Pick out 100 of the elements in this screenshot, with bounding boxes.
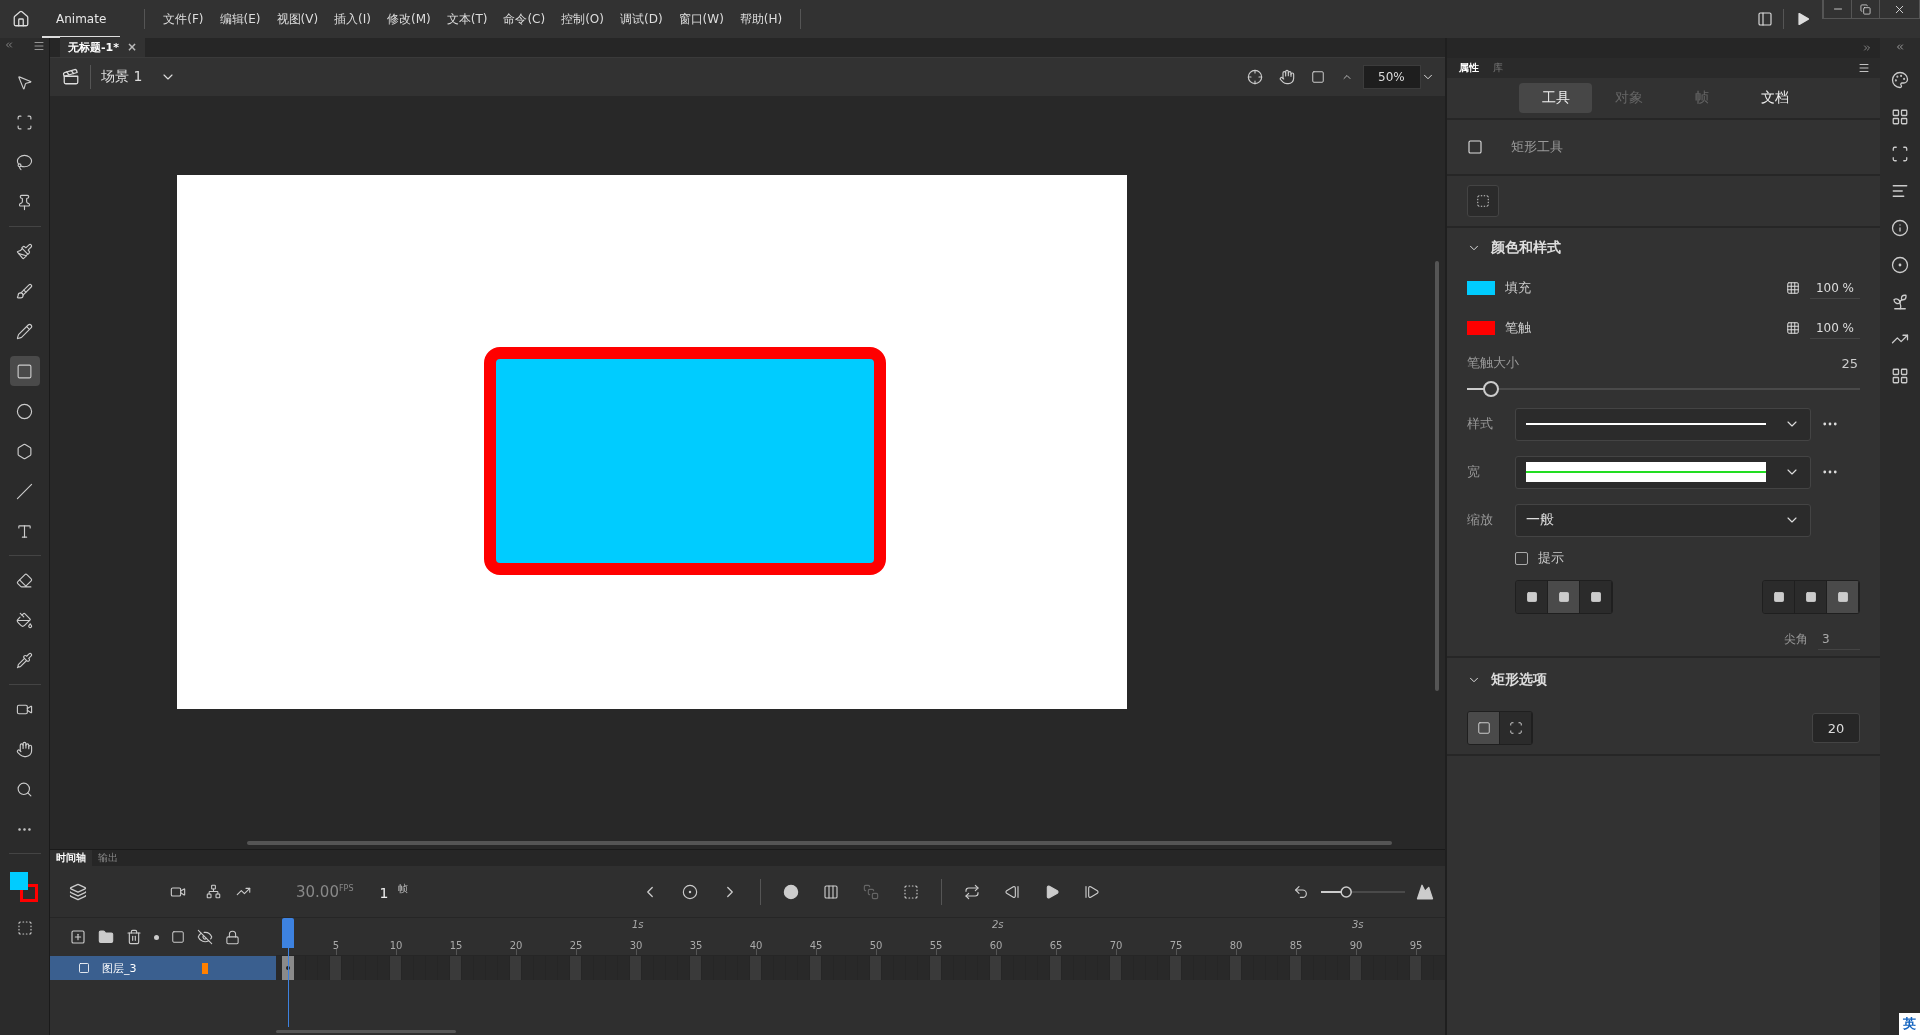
step-back-icon[interactable] [1004,883,1021,900]
alpha-field[interactable]: 100 % [1809,277,1860,299]
menu-item[interactable]: 命令(C) [495,10,554,28]
keyframe-icon[interactable] [682,883,699,900]
tool-name: 矩形工具 [1511,138,1563,156]
scrollbar[interactable] [247,841,1392,845]
crosshair-icon[interactable] [1247,69,1263,85]
join-icon[interactable] [1772,591,1785,603]
rounded-corner-icon[interactable] [1476,721,1491,735]
scrollbar[interactable] [1435,261,1439,691]
hierarchy-icon[interactable] [205,884,221,899]
frame-number[interactable]: 1 $^{帧}$ [379,882,409,901]
property-tab[interactable]: 工具 [1519,83,1592,113]
menu-item[interactable]: 调试(D) [611,10,671,28]
scale-dropdown[interactable]: 一般 [1515,503,1811,537]
separate-corners-icon[interactable] [1508,721,1523,735]
outline-icon[interactable] [171,930,185,944]
components-icon[interactable] [1891,367,1909,385]
alpha-icon[interactable] [1785,321,1800,335]
section-title[interactable]: 矩形选项 [1491,671,1547,689]
menu-item[interactable]: 插入(I) [326,10,379,28]
alpha-field[interactable]: 100 % [1809,317,1860,339]
loop-icon[interactable] [964,883,981,900]
width-dropdown[interactable] [1515,455,1811,489]
slider[interactable] [1467,380,1860,398]
collapse-icon[interactable] [1895,42,1905,52]
reset-icon[interactable] [1293,883,1309,900]
menu-item[interactable]: 编辑(E) [211,10,269,28]
color-swatch[interactable] [1467,321,1495,335]
panel-tab[interactable]: 输出 [92,850,124,866]
document-tab[interactable]: 无标题-1* × [60,37,146,57]
menu-item[interactable]: 帮助(H) [731,10,791,28]
cap-icon[interactable] [1525,591,1538,603]
alpha-icon[interactable] [1785,281,1800,295]
eye-icon[interactable] [197,929,213,945]
clip-icon[interactable] [1311,70,1325,84]
menu-item[interactable]: 窗口(W) [670,10,732,28]
cap-icon[interactable] [1557,591,1570,603]
mountain-icon[interactable] [1416,882,1434,901]
time-label: 1s [632,919,644,930]
property-tab[interactable]: 文档 [1738,83,1811,113]
play-icon[interactable] [1044,883,1061,900]
panel-menu-icon[interactable] [33,40,45,52]
workspace-icon[interactable] [1757,11,1773,27]
add-layer-icon[interactable] [70,929,86,945]
color-swatch[interactable] [1467,281,1495,295]
lock-icon[interactable] [225,929,240,945]
join-icon[interactable] [1836,591,1849,603]
frame-label: 90 [1349,940,1363,951]
dot-icon[interactable] [154,934,159,940]
miter-field[interactable]: 3 [1818,628,1860,650]
layer-color[interactable] [202,962,208,974]
transform-icon[interactable] [1891,145,1909,163]
zoom-field[interactable]: 50% [1363,65,1421,89]
layer-row[interactable]: 图层_3 [50,956,276,980]
scrollbar[interactable] [276,1029,456,1033]
panel-tab[interactable]: 属性 [1453,59,1485,77]
close-tab-button[interactable]: × [127,40,138,54]
cap-icon[interactable] [1589,591,1602,603]
palette-icon[interactable] [1891,71,1909,89]
object-drawing-icon[interactable] [1476,194,1490,208]
slider-thumb[interactable] [1482,381,1499,397]
object-drawing-icon[interactable] [16,920,33,936]
menu-item[interactable]: 文件(F) [155,10,212,28]
menu-item[interactable]: 控制(O) [553,10,612,28]
frame-label: 70 [1109,940,1123,951]
layer-icon[interactable] [78,962,90,974]
menu-item[interactable]: 文本(T) [438,10,496,28]
restore-icon[interactable] [1860,3,1871,15]
style-dropdown[interactable] [1515,407,1811,441]
plant-icon[interactable] [1891,293,1909,311]
scene-label[interactable]: 场景 1 [101,68,143,86]
panel-tab[interactable]: 时间轴 [50,850,92,866]
zoom-slider[interactable] [1321,884,1405,899]
input-mode[interactable]: 英 [1903,1015,1916,1033]
trash-icon[interactable] [126,929,142,945]
section-title[interactable]: 颜色和样式 [1491,239,1561,257]
align-icon[interactable] [1891,182,1909,200]
stroke-size-value[interactable]: 25 [1841,355,1858,371]
panel-menu-icon[interactable] [1858,62,1870,74]
scene-icon[interactable] [62,68,80,86]
edit-frames-icon[interactable] [823,883,840,900]
home-icon[interactable] [12,10,30,28]
layers-icon[interactable] [69,882,87,901]
radius-field[interactable]: 20 [1812,713,1860,743]
insert-frame-icon[interactable] [903,883,920,900]
menu-item[interactable]: 视图(V) [268,10,327,28]
join-icon[interactable] [1804,591,1817,603]
info-icon[interactable] [1891,219,1909,237]
menu-item[interactable]: 修改(M) [379,10,439,28]
step-forward-icon[interactable] [1084,883,1101,900]
hand-icon[interactable] [1279,69,1295,85]
fps-value[interactable]: 30.00$^{FPS}$ [296,882,354,901]
onion-skin-icon[interactable] [783,883,800,900]
slider-thumb[interactable] [1340,885,1352,898]
rectangle-icon[interactable] [9,356,40,386]
grid-icon[interactable] [1891,108,1909,126]
checkbox[interactable] [1515,551,1528,565]
folder-icon[interactable] [98,929,114,945]
fill-color-swatch[interactable] [9,872,28,890]
